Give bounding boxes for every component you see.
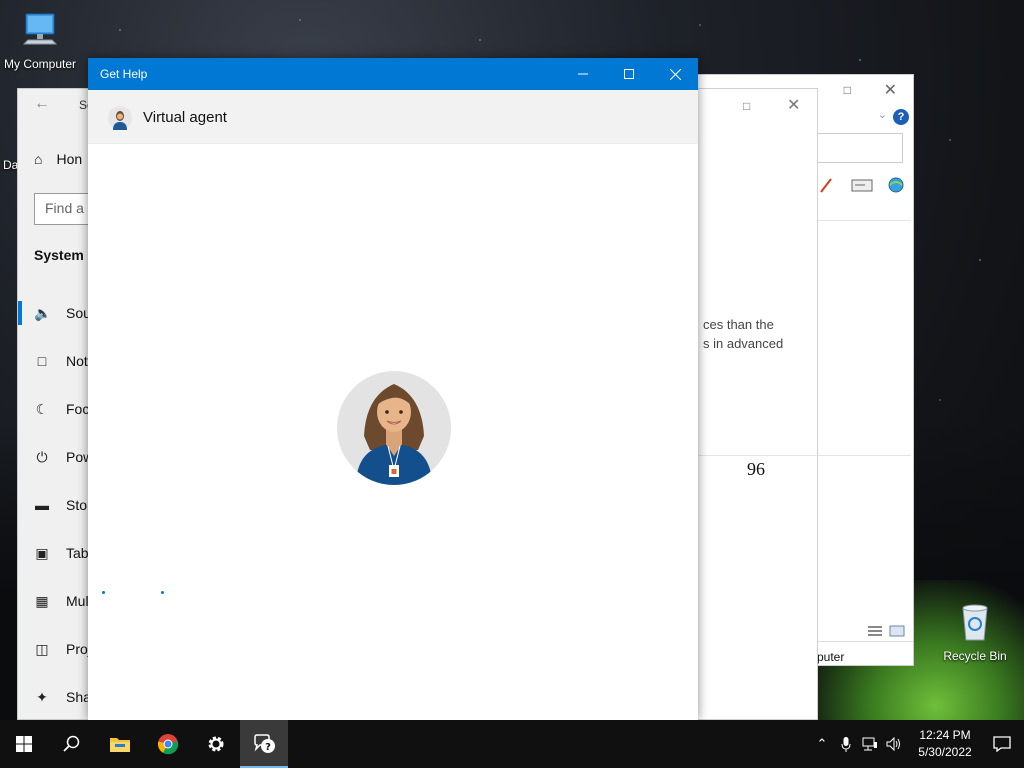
multitask-icon: ▦ (35, 592, 49, 609)
divider (817, 455, 911, 456)
maximize-icon[interactable]: □ (743, 99, 750, 113)
divider (817, 220, 911, 221)
volume-icon[interactable] (882, 720, 906, 768)
agent-name: Virtual agent (143, 109, 227, 126)
dialog-text-line: s in advanced (703, 336, 784, 351)
taskbar: ? ⌃ 12:24 PM 5/30/2022 (0, 720, 1024, 768)
folder-icon (110, 738, 130, 752)
agent-avatar-icon (108, 106, 132, 130)
globe-icon[interactable] (885, 177, 907, 193)
mail-icon[interactable] (851, 177, 873, 193)
get-help-window[interactable]: Get Help Virtual agent (88, 58, 698, 720)
chrome-icon (157, 734, 179, 755)
speaker-icon: 🔈 (34, 304, 52, 321)
clock-time: 12:24 PM (919, 728, 971, 742)
view-toggle (867, 625, 905, 637)
desktop-icon-my-computer[interactable]: My Computer (0, 10, 80, 71)
explorer-toolbar (817, 177, 907, 193)
maximize-icon[interactable]: □ (844, 83, 851, 97)
recycle-bin-icon (962, 604, 988, 641)
dialog-text: ces than the s in advanced (703, 315, 783, 353)
chevron-down-icon[interactable]: ⌄ (878, 108, 887, 121)
tiles-view-icon[interactable] (889, 625, 905, 637)
settings-section-title: System (34, 247, 84, 263)
home-icon: ⌂ (34, 151, 43, 167)
agent-avatar-icon (337, 371, 451, 485)
dialog-value: 96 (747, 459, 765, 479)
desktop-icon-label: Recycle Bin (943, 649, 1007, 663)
microphone-icon[interactable] (834, 720, 858, 768)
dialog-text-line: ces than the (703, 317, 774, 332)
close-icon[interactable]: ✕ (787, 95, 800, 115)
clock[interactable]: 12:24 PM 5/30/2022 (910, 727, 980, 761)
power-icon: ⏻ (36, 448, 48, 465)
details-view-icon[interactable] (867, 625, 883, 637)
help-icon[interactable]: ? (893, 109, 909, 125)
chevron-up-icon[interactable]: ⌃ (810, 720, 834, 768)
project-icon: ◫ (35, 640, 49, 657)
back-arrow-icon[interactable]: ← (34, 95, 50, 113)
settings-home-label: Hon (56, 151, 83, 167)
action-center-button[interactable] (980, 720, 1024, 768)
taskbar-file-explorer[interactable] (96, 720, 144, 768)
get-help-titlebar[interactable]: Get Help (88, 58, 698, 90)
tablet-icon: ▣ (35, 544, 49, 561)
close-icon[interactable]: ✕ (884, 80, 897, 100)
moon-icon: ☾ (35, 400, 49, 417)
taskbar-chrome[interactable] (144, 720, 192, 768)
minimize-icon (578, 73, 588, 75)
typing-indicator-dot (102, 591, 105, 594)
divider (697, 455, 819, 456)
clock-date: 5/30/2022 (918, 745, 972, 759)
network-icon[interactable] (858, 720, 882, 768)
desktop-icon-recycle-bin[interactable]: Recycle Bin (935, 602, 1015, 663)
search-button[interactable] (48, 720, 96, 768)
typing-indicator-dot (161, 591, 164, 594)
taskbar-settings[interactable] (192, 720, 240, 768)
notification-icon (993, 736, 1011, 752)
share-icon: ✦ (36, 688, 48, 705)
settings-home-item[interactable]: ⌂ Hon (34, 151, 82, 167)
maximize-button[interactable] (606, 58, 652, 90)
start-button[interactable] (0, 720, 48, 768)
system-tray: ⌃ 12:24 PM 5/30/2022 (810, 720, 1024, 768)
close-button[interactable] (652, 58, 698, 90)
computer-icon (22, 13, 58, 45)
dialog-window[interactable]: □ ✕ ces than the s in advanced 96 (696, 88, 819, 720)
svg-text:?: ? (265, 742, 271, 753)
maximize-icon (624, 69, 634, 79)
gear-icon (208, 736, 224, 752)
notification-icon: □ (37, 353, 47, 369)
storage-icon: ▬ (35, 497, 49, 513)
help-chat-icon: ? (254, 734, 275, 753)
address-bar[interactable] (817, 133, 903, 163)
status-bar: puter (817, 641, 913, 664)
settings-nav-label: Mul (66, 593, 89, 609)
settings-nav-label: Not (66, 353, 88, 369)
minimize-button[interactable] (560, 58, 606, 90)
window-title: Get Help (100, 67, 148, 81)
taskbar-get-help[interactable]: ? (240, 720, 288, 768)
agent-header: Virtual agent (88, 90, 698, 144)
chat-area (88, 144, 698, 720)
desktop-icon-label: My Computer (3, 57, 77, 71)
windows-logo-icon (16, 736, 32, 752)
pen-icon[interactable] (817, 177, 839, 193)
search-icon (63, 735, 80, 752)
close-icon (669, 68, 681, 80)
